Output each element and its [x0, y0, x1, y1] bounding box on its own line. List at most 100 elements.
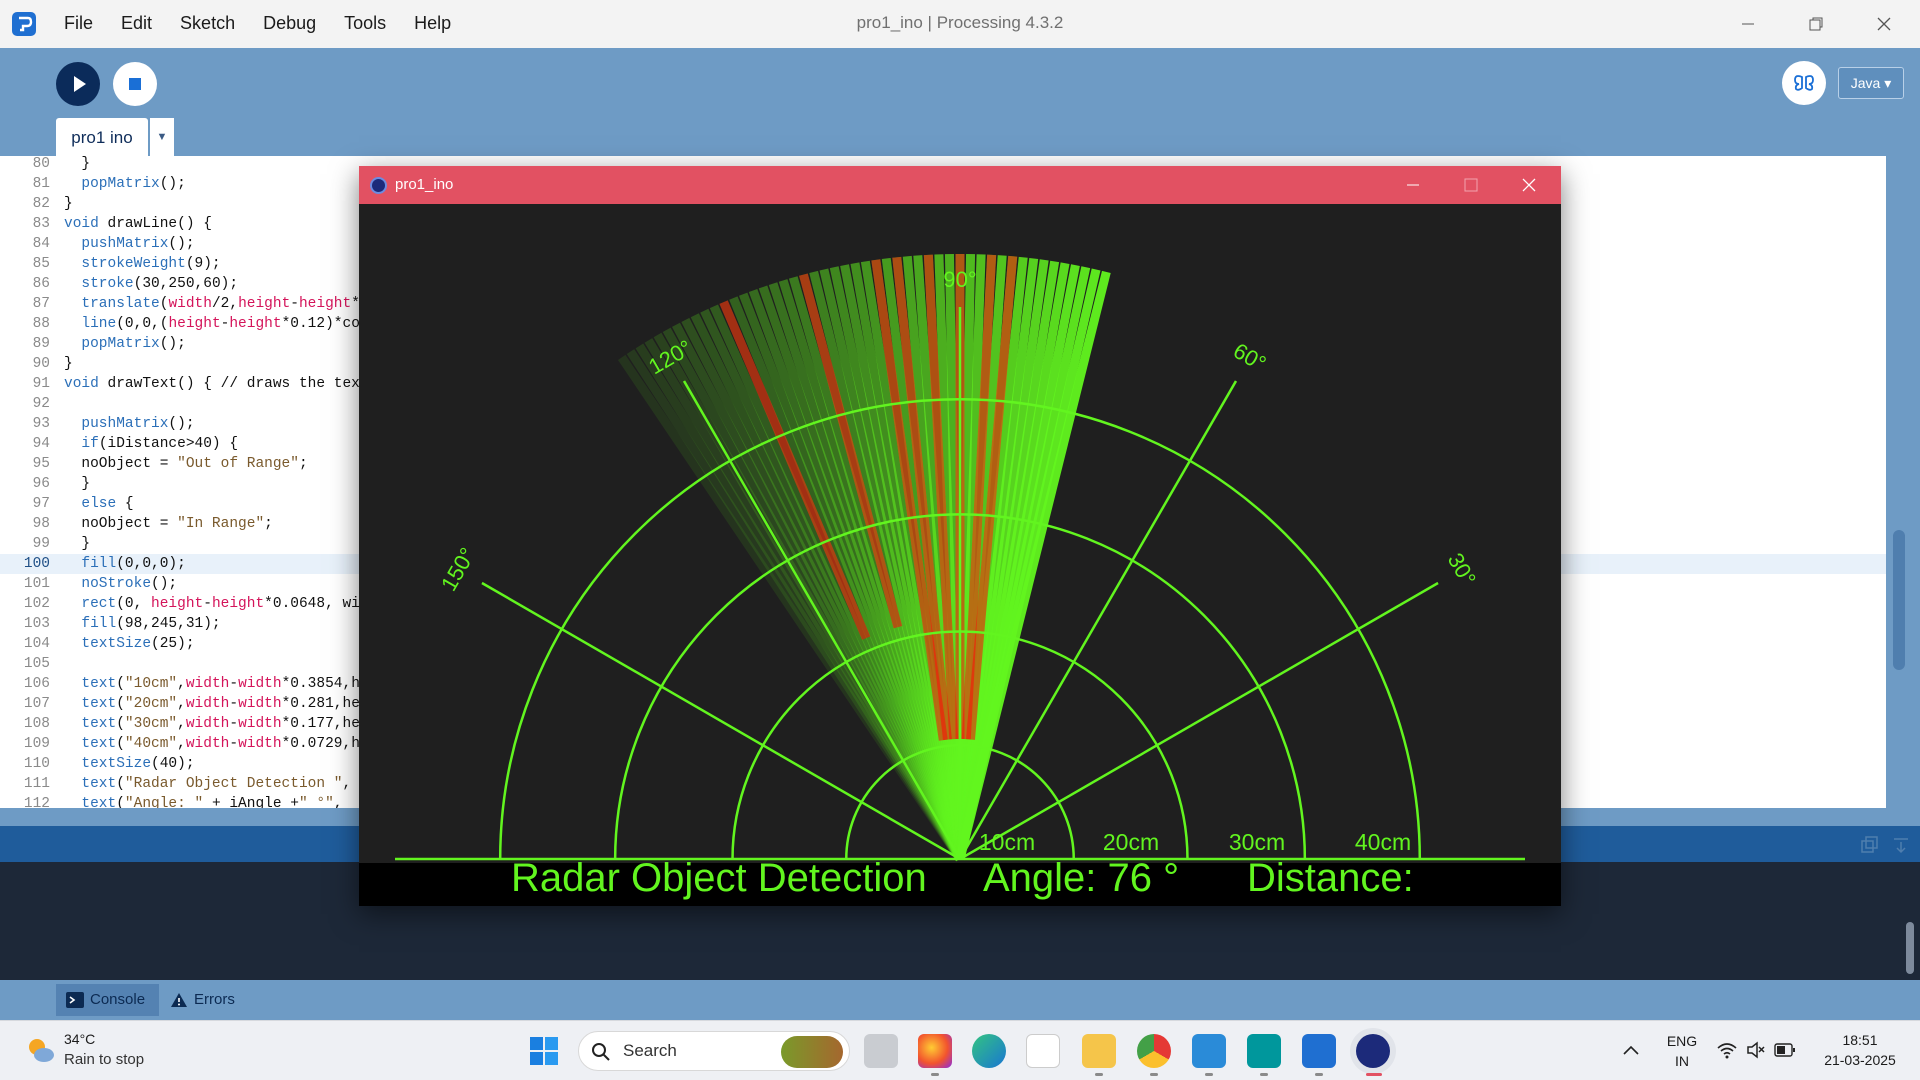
code-text: pushMatrix(); [81, 236, 195, 252]
clock-date[interactable]: 21-03-2025 [1812, 1052, 1908, 1068]
title-bar: File Edit Sketch Debug Tools Help pro1_i… [0, 0, 1920, 48]
firefox-icon[interactable] [918, 1034, 952, 1068]
tab-console[interactable]: Console [56, 984, 160, 1016]
code-text: } [64, 476, 91, 492]
code-text: } [64, 536, 91, 552]
arduino-running-indicator [1260, 1073, 1268, 1076]
line-number: 88 [32, 316, 50, 332]
code-text: fill(98,245,31); [81, 616, 221, 632]
sketch-minimize-button[interactable] [1387, 166, 1439, 204]
search-label: Search [623, 1041, 677, 1060]
code-text: noObject = "In Range"; [64, 516, 273, 532]
line-number: 97 [32, 496, 50, 512]
run-button[interactable] [56, 62, 100, 106]
language-bottom[interactable]: IN [1664, 1053, 1700, 1069]
code-text: rect(0, height-height*0.0648, wi [81, 596, 360, 612]
close-icon [1877, 17, 1891, 31]
task-view-icon[interactable] [864, 1034, 898, 1068]
editor-scrollbar-thumb[interactable] [1893, 530, 1905, 670]
taskbar-search[interactable]: Search [578, 1031, 850, 1071]
processing-taskbar-icon[interactable] [1302, 1034, 1336, 1068]
menu-edit[interactable]: Edit [107, 0, 166, 48]
debugger-button[interactable] [1782, 61, 1826, 105]
stop-button[interactable] [113, 62, 157, 106]
file-explorer-icon[interactable] [1082, 1034, 1116, 1068]
line-number: 101 [23, 576, 50, 592]
wifi-icon[interactable] [1716, 1041, 1738, 1059]
line-number: 111 [23, 776, 50, 792]
code-text: textSize(25); [81, 636, 195, 652]
close-button[interactable] [1856, 0, 1912, 48]
sketch-taskbar-icon[interactable] [1356, 1034, 1390, 1068]
tab-pro1-ino[interactable]: pro1 ino [56, 118, 148, 156]
code-text: void drawText() { // draws the tex [64, 376, 360, 392]
line-number: 112 [23, 796, 50, 808]
stop-icon [129, 78, 141, 90]
notepad-icon[interactable] [1192, 1034, 1226, 1068]
editor-scrollbar-track[interactable] [1892, 156, 1908, 808]
line-number: 83 [32, 216, 50, 232]
explorer-running-indicator [1095, 1073, 1103, 1076]
menu-tools[interactable]: Tools [330, 0, 400, 48]
code-text: popMatrix(); [81, 176, 186, 192]
menu-file[interactable]: File [50, 0, 107, 48]
sketch-maximize-button[interactable] [1445, 166, 1497, 204]
start-windows-icon[interactable] [528, 1035, 560, 1067]
menu-debug[interactable]: Debug [249, 0, 330, 48]
language-top[interactable]: ENG [1664, 1033, 1700, 1049]
tab-menu-button[interactable]: ▼ [150, 118, 174, 156]
code-text: text("10cm",width-width*0.3854,h [81, 676, 360, 692]
console-scrollbar-thumb[interactable] [1906, 922, 1914, 974]
clock-time[interactable]: 18:51 [1812, 1032, 1908, 1048]
chrome-icon[interactable] [1137, 1034, 1171, 1068]
code-text: text("20cm",width-width*0.281,he [81, 696, 360, 712]
edge-icon[interactable] [972, 1034, 1006, 1068]
code-text: } [64, 196, 73, 212]
chrome-running-indicator [1150, 1073, 1158, 1076]
menu-sketch[interactable]: Sketch [166, 0, 249, 48]
line-number: 100 [23, 556, 50, 572]
code-text: pushMatrix(); [81, 416, 195, 432]
restore-icon [1809, 17, 1823, 31]
sketch-close-button[interactable] [1503, 166, 1555, 204]
search-highlight-image [781, 1036, 843, 1068]
weather-icon[interactable] [26, 1035, 56, 1065]
line-number: 91 [32, 376, 50, 392]
copy-icon[interactable] [1860, 836, 1878, 854]
line-number: 81 [32, 176, 50, 192]
minimize-icon [1742, 23, 1754, 25]
processing-app-icon [12, 12, 36, 36]
line-number: 110 [23, 756, 50, 772]
code-text: text("40cm",width-width*0.0729,h [81, 736, 360, 752]
battery-icon[interactable] [1774, 1043, 1796, 1057]
collapse-console-icon[interactable] [1892, 836, 1910, 854]
code-text: textSize(40); [81, 756, 195, 772]
code-text: } [64, 156, 91, 172]
volume-muted-icon[interactable] [1746, 1041, 1766, 1059]
close-icon [1522, 178, 1536, 192]
tab-errors-label: Errors [194, 991, 235, 1008]
code-text: void drawLine() { [64, 216, 212, 232]
line-number: 104 [23, 636, 50, 652]
sketch-app-icon [370, 177, 387, 194]
line-number: 96 [32, 476, 50, 492]
tab-console-label: Console [90, 991, 146, 1008]
sketch-window-title: pro1_ino [395, 176, 454, 193]
distance-readout: Distance: [1247, 856, 1414, 900]
chevron-up-icon[interactable] [1622, 1043, 1640, 1057]
mode-selector[interactable]: Java ▾ [1838, 67, 1904, 99]
tab-errors[interactable]: Errors [160, 984, 249, 1016]
store-icon[interactable] [1026, 1034, 1060, 1068]
line-number: 109 [23, 736, 50, 752]
code-text: strokeWeight(9); [81, 256, 221, 272]
menu-help[interactable]: Help [400, 0, 465, 48]
taskbar: 34°C Rain to stop Search ENG IN 18:51 21… [0, 1020, 1920, 1080]
line-number: 102 [23, 596, 50, 612]
sketch-title-bar: pro1_ino [359, 166, 1561, 204]
code-text: stroke(30,250,60); [81, 276, 239, 292]
arduino-icon[interactable] [1247, 1034, 1281, 1068]
restore-button[interactable] [1788, 0, 1844, 48]
minimize-button[interactable] [1720, 0, 1776, 48]
minimize-icon [1407, 184, 1419, 186]
sketch-window[interactable]: pro1_ino 30° 60° 90° 120° 150° 10cm 20cm 30cm 40… [359, 166, 1561, 906]
